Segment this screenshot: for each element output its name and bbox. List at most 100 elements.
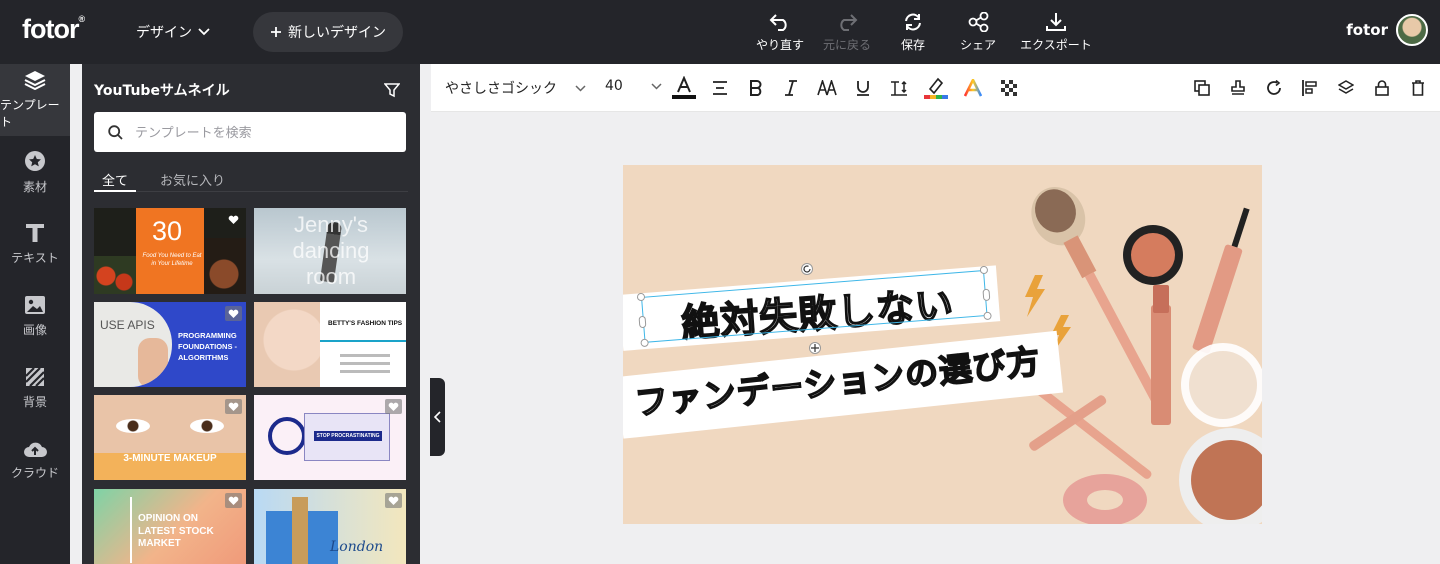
layer-button[interactable] <box>1334 76 1358 100</box>
download-icon <box>1046 13 1066 31</box>
big-ben-image <box>292 497 308 564</box>
search-input[interactable] <box>135 124 385 140</box>
heart-icon[interactable] <box>385 399 402 414</box>
font-size-select[interactable]: 40 <box>605 78 662 94</box>
tab-favorites[interactable]: お気に入り <box>152 168 233 192</box>
template-thumbnail[interactable]: BETTY'S FASHION TIPS <box>254 302 406 387</box>
rail-item-label: 素材 <box>22 179 47 194</box>
rail-item-label: クラウド <box>10 465 59 480</box>
chevron-left-icon <box>434 411 441 423</box>
gradient-text-icon <box>964 79 982 97</box>
collapse-panel-button[interactable] <box>430 378 445 456</box>
top-bar: fotor® デザイン 新しいデザイン やり直す 元に戻る 保存 シェア エクス… <box>0 0 1440 64</box>
stamp-icon <box>1231 80 1245 95</box>
letter-spacing-icon <box>817 80 837 96</box>
left-rail: テンプレート 素材 テキスト 画像 背景 クラウド <box>0 64 70 564</box>
star-icon <box>25 150 45 171</box>
bold-button[interactable] <box>744 76 768 100</box>
line-height-button[interactable] <box>887 76 911 100</box>
template-tabs: 全て お気に入り <box>94 168 408 192</box>
tab-all[interactable]: 全て <box>94 168 137 192</box>
transparency-icon <box>1001 80 1017 96</box>
rotate-handle-icon[interactable] <box>801 263 813 275</box>
avatar[interactable] <box>1396 14 1428 46</box>
align-objects-button[interactable] <box>1298 76 1322 100</box>
layers-icon <box>24 71 46 90</box>
rail-item-text[interactable]: テキスト <box>0 208 70 280</box>
template-thumbnail[interactable]: Jenny's dancing room <box>254 208 406 294</box>
template-thumbnail[interactable]: London <box>254 489 406 564</box>
template-text: 3-MINUTE MAKEUP <box>123 453 217 464</box>
export-button[interactable]: エクスポート <box>1014 12 1098 53</box>
rail-item-label: テキスト <box>11 250 59 265</box>
heart-icon[interactable] <box>385 493 402 508</box>
template-text: BETTY'S FASHION TIPS <box>328 320 403 327</box>
stamp-button[interactable] <box>1226 76 1250 100</box>
redo-label: 元に戻る <box>822 38 871 52</box>
design-menu-label: デザイン <box>136 25 192 41</box>
resize-handle[interactable] <box>982 288 991 302</box>
portrait-image <box>254 302 320 387</box>
eye-image <box>190 419 224 433</box>
trash-icon <box>1412 80 1424 96</box>
share-label: シェア <box>959 38 996 52</box>
lock-button[interactable] <box>1370 76 1394 100</box>
rotate-icon <box>1267 80 1281 95</box>
undo-button[interactable]: やり直す <box>743 12 817 53</box>
template-search <box>94 112 406 152</box>
heart-icon[interactable] <box>225 212 242 227</box>
resize-handle[interactable] <box>638 315 647 329</box>
rail-item-cloud[interactable]: クラウド <box>0 424 70 496</box>
save-button[interactable]: 保存 <box>876 12 950 53</box>
rail-item-elements[interactable]: 素材 <box>0 136 70 208</box>
heart-icon[interactable] <box>225 399 242 414</box>
font-size-value: 40 <box>605 78 623 94</box>
template-text: STOP PROCRASTINATING <box>314 431 382 441</box>
move-handle-icon[interactable] <box>809 342 821 354</box>
resize-handle[interactable] <box>640 338 649 348</box>
template-thumbnail[interactable]: OPINION ON LATEST STOCK MARKET <box>94 489 246 564</box>
font-family-select[interactable]: やさしさゴシック <box>445 78 586 98</box>
underline-button[interactable] <box>851 76 875 100</box>
template-subtext: USE APIS <box>100 318 155 332</box>
heart-icon[interactable] <box>225 493 242 508</box>
delete-button[interactable] <box>1406 76 1430 100</box>
duplicate-button[interactable] <box>1190 76 1214 100</box>
rail-item-label: テンプレート <box>0 98 60 129</box>
letter-spacing-button[interactable] <box>815 76 839 100</box>
template-thumbnail[interactable]: 3-MINUTE MAKEUP <box>94 395 246 480</box>
redo-button[interactable]: 元に戻る <box>810 12 884 53</box>
rail-item-background[interactable]: 背景 <box>0 352 70 424</box>
design-menu[interactable]: デザイン <box>136 22 210 42</box>
rotate-button[interactable] <box>1262 76 1286 100</box>
highlight-color-button[interactable] <box>924 76 948 100</box>
filter-icon[interactable] <box>384 82 400 98</box>
template-text: Jenny's dancing room <box>292 212 370 289</box>
share-button[interactable]: シェア <box>941 12 1015 53</box>
design-canvas[interactable]: 絶対失敗しない ファンデーションの選び方 <box>623 165 1262 524</box>
rail-item-templates[interactable]: テンプレート <box>0 64 70 136</box>
underline-icon <box>857 81 869 96</box>
hourglass-icon <box>268 417 306 455</box>
rail-item-images[interactable]: 画像 <box>0 280 70 352</box>
fotor-logo[interactable]: fotor® <box>22 14 85 45</box>
thumbnail-image <box>204 238 246 294</box>
template-thumbnail[interactable]: USE APIS PROGRAMMING FOUNDATIONS -ALGORI… <box>94 302 246 387</box>
export-label: エクスポート <box>1020 38 1092 52</box>
align-button[interactable] <box>708 76 732 100</box>
text-color-button[interactable] <box>672 76 696 100</box>
user-menu[interactable]: fotor <box>1346 14 1428 46</box>
gradient-text-button[interactable] <box>961 76 985 100</box>
save-label: 保存 <box>900 38 925 52</box>
background-icon <box>25 366 45 387</box>
template-text: PROGRAMMING FOUNDATIONS -ALGORITHMS <box>178 331 238 362</box>
template-thumbnail[interactable]: 30 Food You Need to Eat in Your Lifetime <box>94 208 246 294</box>
heart-icon[interactable] <box>225 306 242 321</box>
transparency-button[interactable] <box>997 76 1021 100</box>
template-thumbnail[interactable]: STOP PROCRASTINATING <box>254 395 406 480</box>
italic-button[interactable] <box>779 76 803 100</box>
new-design-button[interactable]: 新しいデザイン <box>253 12 403 52</box>
chevron-down-icon <box>651 82 662 90</box>
panel-title: YouTubeサムネイル <box>94 83 230 99</box>
duplicate-icon <box>1194 80 1210 96</box>
